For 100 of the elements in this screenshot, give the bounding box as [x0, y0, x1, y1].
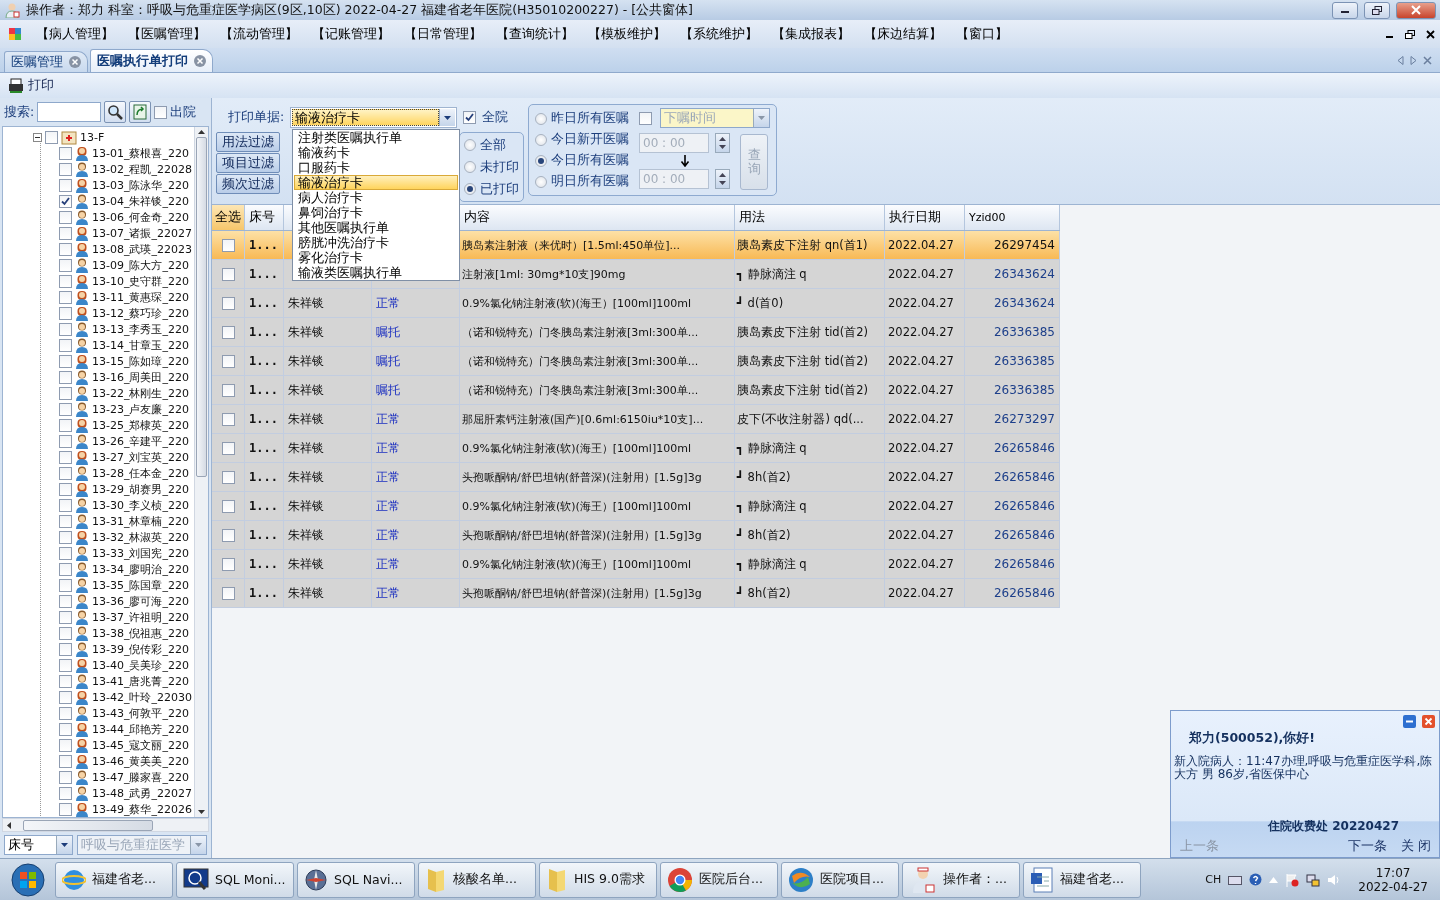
- dropdown-item[interactable]: 鼻饲治疗卡: [294, 205, 458, 220]
- checkbox[interactable]: [59, 530, 72, 544]
- tree-item[interactable]: 13-12_蔡巧珍_220: [92, 305, 189, 321]
- checkbox[interactable]: [59, 322, 72, 336]
- checkbox[interactable]: [59, 338, 72, 352]
- taskbar-button[interactable]: 医院后台...: [660, 861, 778, 898]
- tree-item[interactable]: 13-07_诸振_22027: [92, 225, 192, 241]
- row-checkbox[interactable]: [222, 383, 235, 397]
- menu-item[interactable]: 【流动管理】: [220, 25, 312, 43]
- taskbar-button[interactable]: 操作者：...: [902, 861, 1020, 898]
- row-checkbox[interactable]: [222, 441, 235, 455]
- tab[interactable]: 医嘱执行单打印: [90, 49, 213, 72]
- radio-button[interactable]: [464, 183, 476, 195]
- dropdown-item[interactable]: 注射类医嘱执行单: [294, 130, 458, 145]
- checkbox[interactable]: [59, 210, 72, 224]
- filter-button[interactable]: 频次过滤: [216, 174, 280, 194]
- row-checkbox[interactable]: [222, 325, 235, 339]
- menu-item[interactable]: 【模板维护】: [588, 25, 680, 43]
- taskbar-button[interactable]: SQL Navi...: [297, 861, 415, 898]
- tree-item[interactable]: 13-30_李义桢_220: [92, 497, 189, 513]
- discharged-checkbox[interactable]: [154, 105, 168, 119]
- table-row[interactable]: 1... 朱祥锬 嘱托 （诺和锐特充）门冬胰岛素注射液[3ml:300单... 胰岛素皮下注射 tid(首2) 2022.04.27 26336385: [212, 347, 1060, 376]
- refresh-button[interactable]: [129, 101, 152, 123]
- checkbox[interactable]: [59, 802, 72, 816]
- menu-item[interactable]: 【日常管理】: [404, 25, 496, 43]
- dropdown-item[interactable]: 口服药卡: [294, 160, 458, 175]
- taskbar-button[interactable]: 福建省老...: [1023, 861, 1141, 898]
- tree-item[interactable]: 13-32_林淑英_220: [92, 529, 189, 545]
- radio-button[interactable]: [535, 112, 547, 125]
- checkbox[interactable]: [59, 578, 72, 592]
- checkbox[interactable]: [59, 770, 72, 784]
- dropdown-item[interactable]: 膀胱冲洗治疗卡: [294, 235, 458, 250]
- row-checkbox[interactable]: [222, 238, 235, 252]
- checkbox[interactable]: [59, 226, 72, 240]
- checkbox[interactable]: [59, 722, 72, 736]
- checkbox[interactable]: [59, 610, 72, 624]
- radio-button[interactable]: [535, 175, 547, 188]
- checkbox[interactable]: [59, 290, 72, 304]
- checkbox[interactable]: [59, 434, 72, 448]
- dropdown-item[interactable]: 输液治疗卡: [294, 175, 458, 190]
- table-row[interactable]: 1... 朱祥锬 嘱托 （诺和锐特充）门冬胰岛素注射液[3ml:300单... 胰岛素皮下注射 tid(首2) 2022.04.27 26336385: [212, 318, 1060, 347]
- menu-item[interactable]: 【病人管理】: [36, 25, 128, 43]
- checkbox[interactable]: [59, 450, 72, 464]
- close-icon[interactable]: [1423, 55, 1432, 65]
- tree-item[interactable]: 13-43_何敦平_220: [92, 705, 189, 721]
- tree-item[interactable]: 13-16_周美田_220: [92, 369, 189, 385]
- tree-item[interactable]: 13-27_刘宝英_220: [92, 449, 189, 465]
- table-row[interactable]: 1... 朱祥锬 嘱托 （诺和锐特充）门冬胰岛素注射液[3ml:300单... 胰岛素皮下注射 tid(首2) 2022.04.27 26336385: [212, 376, 1060, 405]
- taskbar-button[interactable]: 核酸名单...: [418, 861, 536, 898]
- tree-item[interactable]: 13-36_廖可海_220: [92, 593, 189, 609]
- column-header[interactable]: 用法: [739, 209, 765, 226]
- checkbox[interactable]: [59, 274, 72, 288]
- checkbox[interactable]: [59, 674, 72, 688]
- tree-item[interactable]: 13-46_黄美美_220: [92, 753, 189, 769]
- close-link[interactable]: 关 闭: [1401, 837, 1431, 855]
- next-link[interactable]: 下一条: [1348, 837, 1387, 855]
- minimize-icon[interactable]: [1403, 715, 1416, 728]
- checkbox[interactable]: [59, 162, 72, 176]
- tree-item[interactable]: 13-26_辛建平_220: [92, 433, 189, 449]
- tree-item[interactable]: 13-49_蔡华_22026: [92, 801, 192, 817]
- tree-item[interactable]: 13-09_陈大方_220: [92, 257, 189, 273]
- checkbox[interactable]: [59, 242, 72, 256]
- keyboard-icon[interactable]: [1228, 874, 1243, 885]
- menu-item[interactable]: 【记账管理】: [312, 25, 404, 43]
- time-spinner[interactable]: [715, 133, 730, 153]
- tree-item[interactable]: 13-37_许祖明_220: [92, 609, 189, 625]
- checkbox[interactable]: [59, 370, 72, 384]
- tree-item[interactable]: 13-11_黄惠琛_220: [92, 289, 189, 305]
- tree-item[interactable]: 13-10_史守群_220: [92, 273, 189, 289]
- table-row[interactable]: 1... 朱祥锬 正常 0.9%氯化钠注射液(软)(海王）[100ml]100ml ┓ 静脉滴注 q 2022.04.27 26265846: [212, 492, 1060, 521]
- tree-item[interactable]: 13-45_寇文丽_220: [92, 737, 189, 753]
- checkbox[interactable]: [59, 258, 72, 272]
- row-checkbox[interactable]: [222, 354, 235, 368]
- table-row[interactable]: 1... 朱祥锬 正常 头孢哌酮钠/舒巴坦钠(舒普深)(注射用）[1.5g]3g ┛ 8h(首2) 2022.04.27 26265846: [212, 579, 1060, 608]
- checkbox[interactable]: [59, 194, 72, 208]
- table-row[interactable]: 1... 朱祥锬 正常 0.9%氯化钠注射液(软)(海王）[100ml]100ml ┓ 静脉滴注 q 2022.04.27 26265846: [212, 550, 1060, 579]
- tree-item[interactable]: 13-04_朱祥锬_220: [92, 193, 189, 209]
- checkbox[interactable]: [59, 498, 72, 512]
- tree-item[interactable]: 13-06_何金奇_220: [92, 209, 189, 225]
- checkbox[interactable]: [59, 626, 72, 640]
- tree-item[interactable]: 13-39_倪传彩_220: [92, 641, 189, 657]
- checkbox[interactable]: [59, 562, 72, 576]
- dropdown-item[interactable]: 输液药卡: [294, 145, 458, 160]
- row-checkbox[interactable]: [222, 528, 235, 542]
- checkbox[interactable]: [59, 546, 72, 560]
- help-icon[interactable]: [1249, 873, 1263, 886]
- speaker-icon[interactable]: [1327, 872, 1342, 887]
- tree-item[interactable]: 13-01_蔡根喜_220: [92, 145, 189, 161]
- table-row[interactable]: 1... 朱祥锬 正常 0.9%氯化钠注射液(软)(海王）[100ml]100ml ┓ 静脉滴注 q 2022.04.27 26265846: [212, 434, 1060, 463]
- row-checkbox[interactable]: [222, 557, 235, 571]
- tree-item[interactable]: 13-34_廖明治_220: [92, 561, 189, 577]
- table-row[interactable]: 1... 朱祥锬 正常 头孢哌酮钠/舒巴坦钠(舒普深)(注射用）[1.5g]3g ┛ 8h(首2) 2022.04.27 26265846: [212, 521, 1060, 550]
- tree-item[interactable]: 13-31_林章楠_220: [92, 513, 189, 529]
- horizontal-scrollbar[interactable]: [2, 818, 209, 832]
- row-checkbox[interactable]: [222, 296, 235, 310]
- dropdown-item[interactable]: 病人治疗卡: [294, 190, 458, 205]
- checkbox[interactable]: [59, 594, 72, 608]
- row-checkbox[interactable]: [222, 499, 235, 513]
- menu-item[interactable]: 【查询统计】: [496, 25, 588, 43]
- radio-button[interactable]: [464, 161, 476, 173]
